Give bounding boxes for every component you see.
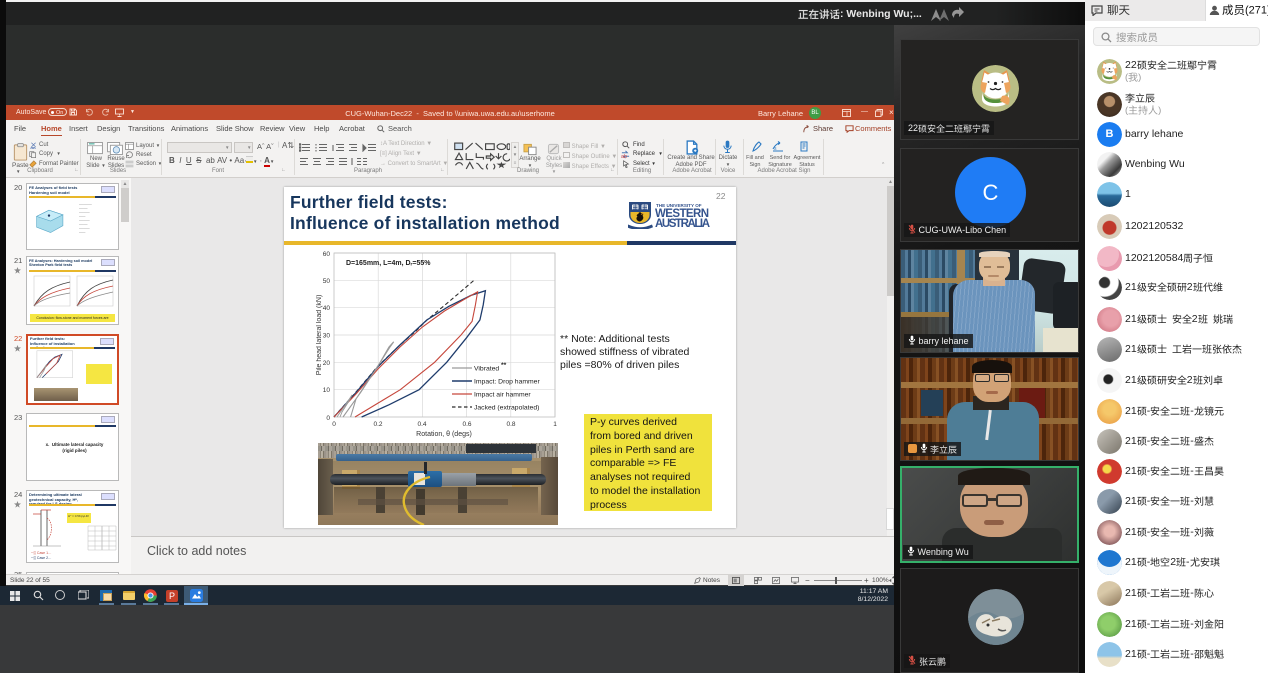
svg-text:1: 1	[553, 421, 557, 428]
svg-text:Jacked (extrapolated): Jacked (extrapolated)	[474, 405, 539, 412]
svg-text:30: 30	[323, 333, 331, 340]
svg-text:Pile head lateral load (kN): Pile head lateral load (kN)	[316, 295, 323, 376]
svg-text:Impact air hammer: Impact air hammer	[474, 392, 531, 399]
svg-text:0: 0	[326, 415, 330, 422]
svg-text:0.2: 0.2	[373, 421, 382, 428]
svg-text:0.4: 0.4	[417, 421, 426, 428]
svg-text:10: 10	[323, 387, 331, 394]
svg-text:Impact: Drop hammer: Impact: Drop hammer	[474, 379, 540, 386]
svg-text:0.8: 0.8	[506, 421, 515, 428]
svg-text:Rotation, θ (degs): Rotation, θ (degs)	[416, 431, 472, 438]
svg-text:AUSTRALIA: AUSTRALIA	[655, 218, 710, 229]
svg-text:ab: ab	[621, 154, 627, 159]
svg-text:**: **	[501, 362, 507, 369]
svg-text:Vibrated: Vibrated	[474, 366, 499, 373]
svg-text:0.6: 0.6	[462, 421, 471, 428]
svg-text:60: 60	[323, 251, 331, 258]
svg-text:50: 50	[323, 278, 331, 285]
svg-text:D=165mm, L=4m, Dᵣ=55%: D=165mm, L=4m, Dᵣ=55%	[346, 260, 431, 267]
svg-text:40: 40	[323, 305, 331, 312]
svg-text:20: 20	[323, 360, 331, 367]
svg-text:0: 0	[332, 421, 336, 428]
